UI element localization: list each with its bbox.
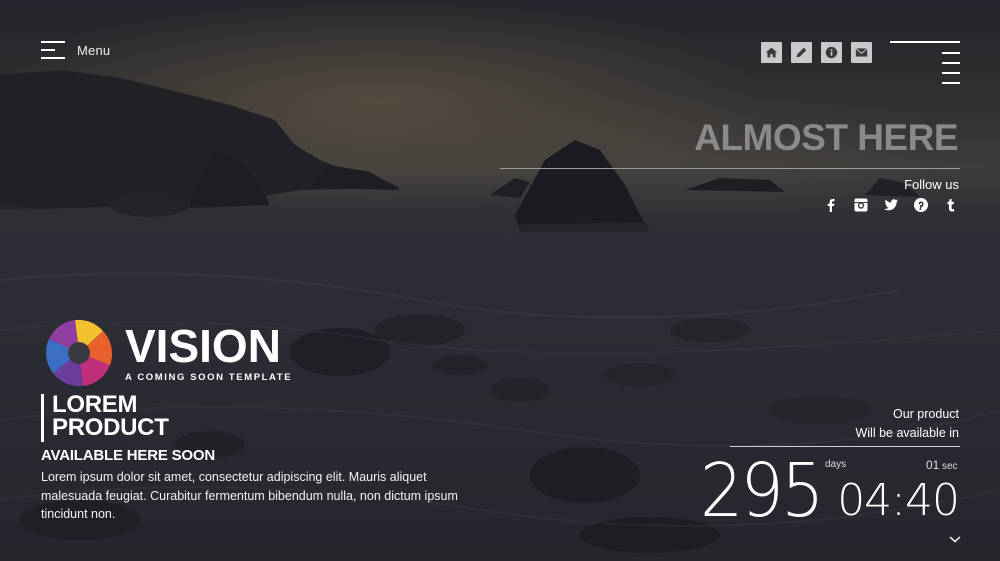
top-icon-bar: [761, 42, 872, 63]
home-icon: [765, 47, 778, 58]
countdown-days-label: days: [825, 459, 847, 470]
twitter-icon: [884, 199, 898, 211]
tumblr-icon: [947, 199, 955, 212]
chevron-down-icon[interactable]: [948, 534, 962, 544]
product-title: LOREM PRODUCT: [52, 391, 252, 441]
follow-label: Follow us: [904, 177, 959, 192]
info-button[interactable]: [821, 42, 842, 63]
product-accent-bar: [41, 394, 44, 442]
menu-label: Menu: [77, 43, 111, 58]
mail-icon: [855, 48, 868, 57]
edit-button[interactable]: [791, 42, 812, 63]
hamburger-icon: [41, 41, 65, 60]
product-title-line2: PRODUCT: [52, 414, 169, 441]
countdown-seconds: 01: [926, 458, 940, 472]
logo: VISION A COMING SOON TEMPLATE: [45, 319, 292, 387]
logo-name: VISION: [125, 320, 281, 372]
twitter-link[interactable]: [882, 196, 900, 214]
facebook-link[interactable]: [822, 196, 840, 214]
pinterest-link[interactable]: [912, 196, 930, 214]
instagram-icon: [854, 198, 868, 212]
tumblr-link[interactable]: [942, 196, 960, 214]
product-title-line1: LOREM: [52, 391, 138, 418]
mail-button[interactable]: [851, 42, 872, 63]
social-links: [822, 196, 960, 214]
aperture-logo-icon: [46, 319, 113, 387]
section-nav-bars[interactable]: [942, 52, 960, 92]
facebook-icon: [827, 199, 835, 212]
headline-divider: [500, 168, 960, 169]
countdown-time: 04:40: [837, 475, 960, 526]
instagram-link[interactable]: [852, 196, 870, 214]
logo-tagline: A COMING SOON TEMPLATE: [125, 372, 293, 383]
headline: ALMOST HERE: [694, 117, 958, 158]
countdown-days: 295: [700, 448, 824, 534]
pencil-icon: [796, 47, 807, 58]
menu-toggle[interactable]: Menu: [41, 41, 110, 60]
product-description: Lorem ipsum dolor sit amet, consectetur …: [41, 470, 458, 521]
pinterest-icon: [914, 198, 928, 212]
home-button[interactable]: [761, 42, 782, 63]
info-icon: [825, 46, 838, 59]
countdown-heading: Our product Will be available in: [855, 405, 959, 443]
product-subtitle: AVAILABLE HERE SOON: [41, 447, 215, 464]
countdown-heading-line2: Will be available in: [855, 426, 959, 440]
countdown-seconds-label: sec: [942, 461, 958, 472]
top-right-divider: [890, 41, 960, 43]
countdown-heading-line1: Our product: [892, 407, 959, 421]
